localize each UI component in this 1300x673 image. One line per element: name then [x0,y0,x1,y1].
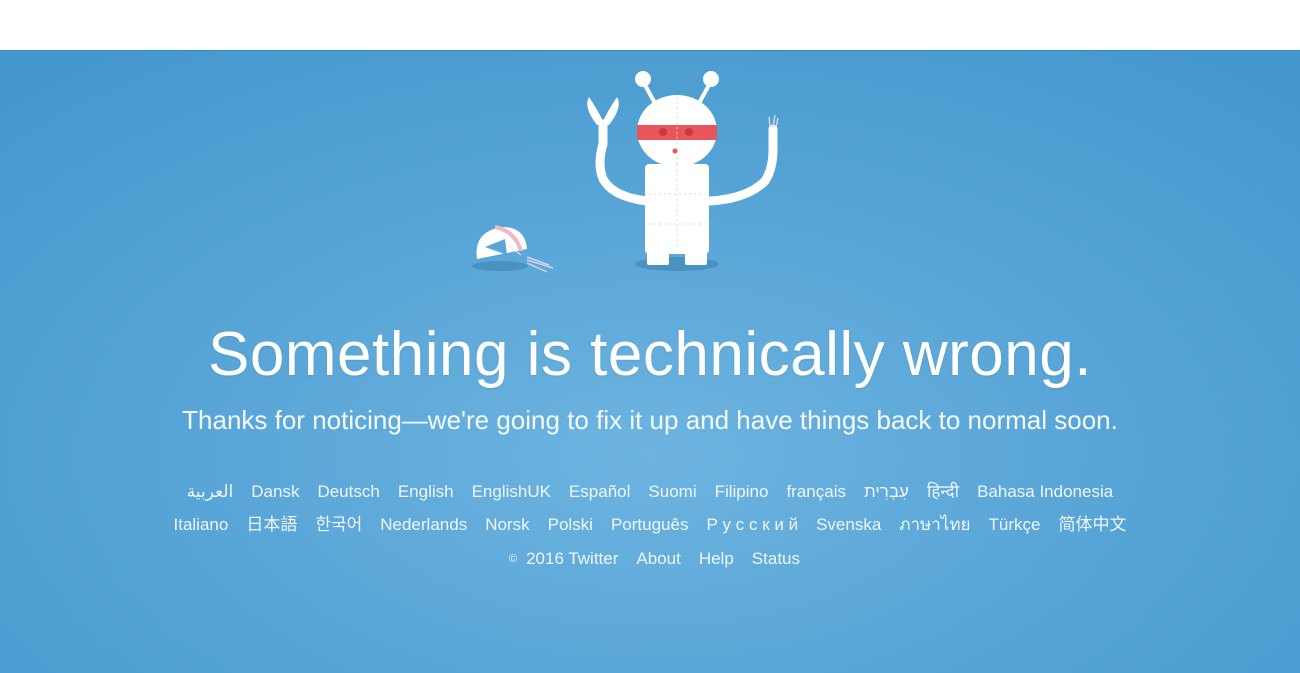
copyright-notice: © 2016 Twitter [500,549,618,569]
language-link-hebrew[interactable]: עִבְרִית [864,482,909,502]
language-link-hindi[interactable]: हिन्दी [927,479,959,502]
language-link-turkce[interactable]: Türkçe [989,515,1041,535]
language-link-svenska[interactable]: Svenska [816,515,881,535]
head-shadow [472,261,528,271]
language-link-japanese[interactable]: 日本語 [246,510,297,535]
language-link-polski[interactable]: Polski [548,515,593,535]
about-link[interactable]: About [636,549,680,569]
status-link[interactable]: Status [752,549,800,569]
language-link-filipino[interactable]: Filipino [715,482,769,502]
help-link[interactable]: Help [699,549,734,569]
language-link-bahasa-indonesia[interactable]: Bahasa Indonesia [977,482,1113,502]
top-bar [0,0,1300,50]
language-link-espanol[interactable]: Español [569,482,630,502]
copyright-symbol: © [508,553,518,565]
left-antenna-ball [635,71,651,87]
language-row-2: Italiano 日本語 한국어 Nederlands Norsk Polski Portu… [0,510,1300,538]
language-link-norsk[interactable]: Norsk [485,515,529,535]
error-headline: Something is technically wrong. [208,320,1092,389]
broken-robot-illustration [472,71,779,273]
language-row-1: العربية Dansk Deutsch English EnglishUK Españ… [0,479,1300,502]
language-link-suomi[interactable]: Suomi [648,482,696,502]
error-panel: Something is technically wrong. Thanks f… [0,50,1300,673]
language-link-deutsch[interactable]: Deutsch [317,482,379,502]
language-link-dansk[interactable]: Dansk [251,482,299,502]
footer-links: © 2016 Twitter About Help Status [0,549,1300,569]
copyright-text: 2016 Twitter [526,549,619,568]
right-leg [685,249,707,265]
language-link-nederlands[interactable]: Nederlands [380,515,467,535]
right-arm [704,124,778,206]
left-leg [647,249,669,265]
language-link-english[interactable]: English [398,482,454,502]
language-link-francais[interactable]: français [786,482,846,502]
right-antenna-ball [703,71,719,87]
language-link-thai[interactable]: ภาษาไทย [899,511,970,538]
language-link-korean[interactable]: 한국어 [315,510,362,535]
language-link-simplified-chinese[interactable]: 简体中文 [1058,510,1126,535]
language-link-italiano[interactable]: Italiano [174,515,229,535]
language-link-arabic[interactable]: العربية [187,482,233,502]
language-link-portugues[interactable]: Português [611,515,689,535]
language-link-russian[interactable]: Р у с с к и й [706,515,798,535]
error-subtext: Thanks for noticing—we're going to fix i… [182,405,1118,435]
language-link-english-uk[interactable]: EnglishUK [472,482,551,502]
